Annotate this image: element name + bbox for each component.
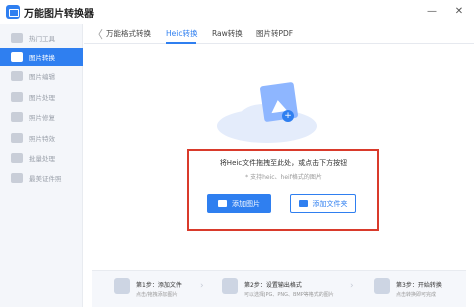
settings-icon — [222, 278, 238, 294]
sidebar-item-label: 热门工具 — [29, 35, 55, 43]
start-convert-icon — [374, 278, 390, 294]
tab-bar: 〈 万能格式转换 Heic转换 Raw转换 图片转PDF — [84, 24, 474, 44]
effects-icon — [11, 133, 23, 143]
tab-image-to-pdf[interactable]: 图片转PDF — [256, 28, 293, 39]
sidebar-item-label: 图片处理 — [29, 94, 55, 102]
image-icon — [218, 200, 227, 207]
add-folder-label: 添加文件夹 — [312, 199, 348, 208]
sidebar-item-photo-repair[interactable]: 照片修复 — [0, 108, 83, 126]
drop-hint-text: 将Heic文件拖拽至此处，或点击下方按钮 — [219, 159, 348, 167]
sidebar-item-hot-tools[interactable]: 热门工具 — [0, 29, 83, 47]
title-bar: 万能图片转换器 — ✕ — [0, 0, 474, 24]
edit-icon — [11, 71, 23, 81]
add-file-icon — [114, 278, 130, 294]
minimize-button[interactable]: — — [424, 4, 440, 20]
folder-icon — [298, 200, 308, 207]
sidebar-item-label: 照片修复 — [29, 114, 55, 122]
app-title: 万能图片转换器 — [24, 9, 94, 20]
step-title: 第3步：开始转换 — [396, 282, 442, 289]
sidebar-item-label: 图片编辑 — [29, 73, 55, 81]
step-subtitle: 可以选择JPG、PNG、BMP等格式的图片 — [244, 292, 334, 298]
steps-bar: 第1步：添加文件 点击/拖拽添加图片 › 第2步：设置输出格式 可以选择JPG、… — [92, 270, 466, 307]
step-subtitle: 点击转换即可完成 — [396, 292, 437, 298]
active-tab-indicator — [166, 42, 196, 44]
arrow-right-icon: › — [350, 281, 354, 291]
tab-raw-convert[interactable]: Raw转换 — [212, 28, 243, 39]
step-subtitle: 点击/拖拽添加图片 — [136, 292, 178, 298]
sidebar-item-image-convert[interactable]: 图片转换 — [0, 48, 83, 66]
add-image-label: 添加图片 — [232, 199, 260, 208]
supported-formats-text: * 支持heic、heif格式的图片 — [245, 174, 322, 181]
step-title: 第2步：设置输出格式 — [244, 282, 302, 289]
back-chevron-icon[interactable]: 〈 — [92, 26, 103, 42]
sidebar-item-image-edit[interactable]: 图片编辑 — [0, 67, 83, 85]
app-logo-icon — [6, 5, 20, 19]
repair-icon — [11, 112, 23, 122]
arrow-right-icon: › — [200, 281, 204, 291]
sidebar-item-image-process[interactable]: 图片处理 — [0, 88, 83, 106]
tab-heic-convert[interactable]: Heic转换 — [166, 28, 197, 39]
sidebar-item-label: 图片转换 — [29, 54, 55, 62]
step-title: 第1步：添加文件 — [136, 282, 182, 289]
add-image-button[interactable]: 添加图片 — [207, 194, 271, 213]
sidebar-item-photo-effects[interactable]: 照片特效 — [0, 129, 83, 147]
image-convert-icon — [11, 52, 23, 62]
tab-format-convert[interactable]: 万能格式转换 — [106, 28, 151, 39]
process-icon — [11, 92, 23, 102]
close-button[interactable]: ✕ — [451, 4, 467, 20]
fire-icon — [11, 33, 23, 43]
sidebar-item-label: 照片特效 — [29, 135, 55, 143]
plus-icon: + — [282, 110, 294, 122]
add-folder-button[interactable]: 添加文件夹 — [290, 194, 356, 213]
